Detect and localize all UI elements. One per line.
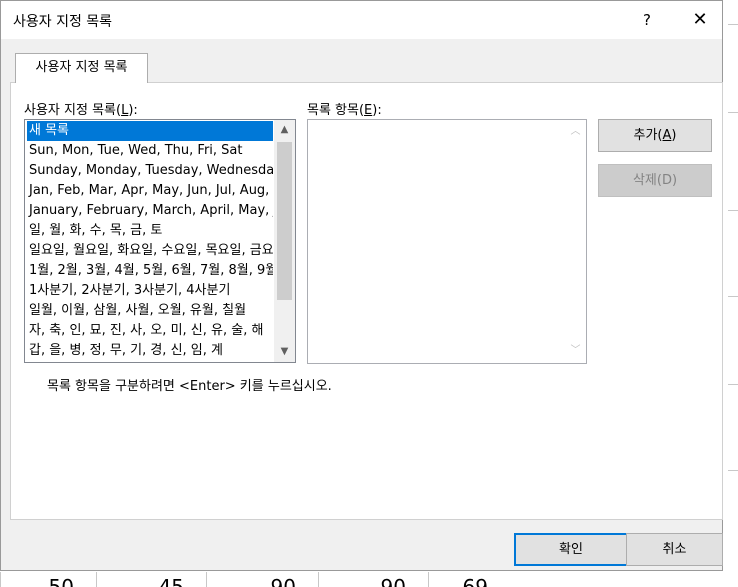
list-entries-textbox[interactable]: ︿ ﹀: [307, 119, 587, 364]
custom-list-item[interactable]: 일월, 이월, 삼월, 사월, 오월, 유월, 칠월: [27, 301, 273, 321]
background-cell: 69: [428, 572, 508, 587]
cancel-button[interactable]: 취소: [626, 533, 723, 566]
custom-list-item[interactable]: Sun, Mon, Tue, Wed, Thu, Fri, Sat: [27, 141, 273, 161]
custom-lists-dialog: 사용자 지정 목록 ? ✕ 사용자 지정 목록 사용자 지정 목록(L): 갑,…: [0, 0, 723, 571]
custom-list-item[interactable]: Sunday, Monday, Tuesday, Wednesday, Thur…: [27, 161, 273, 181]
custom-list-item[interactable]: January, February, March, April, May, Ju…: [27, 201, 273, 221]
scroll-down-arrow-icon[interactable]: ▼: [274, 342, 295, 362]
background-cell: 45: [96, 572, 206, 587]
custom-list-item[interactable]: 1월, 2월, 3월, 4월, 5월, 6월, 7월, 8월, 9월: [27, 261, 273, 281]
custom-lists-scrollbar[interactable]: ▲ ▼: [274, 120, 295, 362]
list-entries-scrollbar[interactable]: ︿ ﹀: [565, 120, 586, 363]
custom-lists-listbox[interactable]: 갑, 을, 병, 정, 무, 기, 경, 신, 임, 계 자, 축, 인, 묘, …: [24, 119, 296, 363]
background-cell: 90: [206, 572, 318, 587]
custom-list-item[interactable]: 갑, 을, 병, 정, 무, 기, 경, 신, 임, 계: [27, 341, 273, 361]
background-sheet-edge: [724, 0, 738, 572]
background-cell: 90: [318, 572, 428, 587]
dialog-title: 사용자 지정 목록: [13, 14, 113, 30]
hint-text: 목록 항목을 구분하려면 <Enter> 키를 누르십시오.: [47, 379, 332, 394]
title-bar: 사용자 지정 목록 ? ✕: [1, 1, 722, 39]
list-entries-label: 목록 항목(E):: [307, 103, 382, 118]
background-cell: 50: [0, 572, 96, 587]
custom-list-item[interactable]: 새 목록: [27, 121, 273, 141]
custom-lists-label: 사용자 지정 목록(L):: [24, 103, 138, 118]
scroll-up-arrow-icon[interactable]: ▲: [274, 120, 295, 140]
help-button[interactable]: ?: [633, 7, 661, 33]
tab-custom-lists[interactable]: 사용자 지정 목록: [15, 53, 148, 83]
delete-button[interactable]: 삭제(D): [598, 164, 712, 197]
close-button[interactable]: ✕: [683, 5, 717, 35]
custom-list-item[interactable]: 일, 월, 화, 수, 목, 금, 토: [27, 221, 273, 241]
custom-list-item[interactable]: 자, 축, 인, 묘, 진, 사, 오, 미, 신, 유, 술, 해: [27, 321, 273, 341]
scroll-thumb[interactable]: [277, 142, 292, 300]
add-button[interactable]: 추가(A): [598, 119, 712, 152]
custom-list-item[interactable]: 일요일, 월요일, 화요일, 수요일, 목요일, 금요일, 토요일: [27, 241, 273, 261]
custom-list-item[interactable]: Jan, Feb, Mar, Apr, May, Jun, Jul, Aug, …: [27, 181, 273, 201]
scroll-up-arrow-icon[interactable]: ︿: [565, 122, 586, 142]
background-sheet-row: 50 45 90 90 69: [0, 572, 738, 587]
ok-button[interactable]: 확인: [514, 533, 628, 566]
custom-list-item[interactable]: 1사분기, 2사분기, 3사분기, 4사분기: [27, 281, 273, 301]
scroll-down-arrow-icon[interactable]: ﹀: [565, 341, 586, 361]
